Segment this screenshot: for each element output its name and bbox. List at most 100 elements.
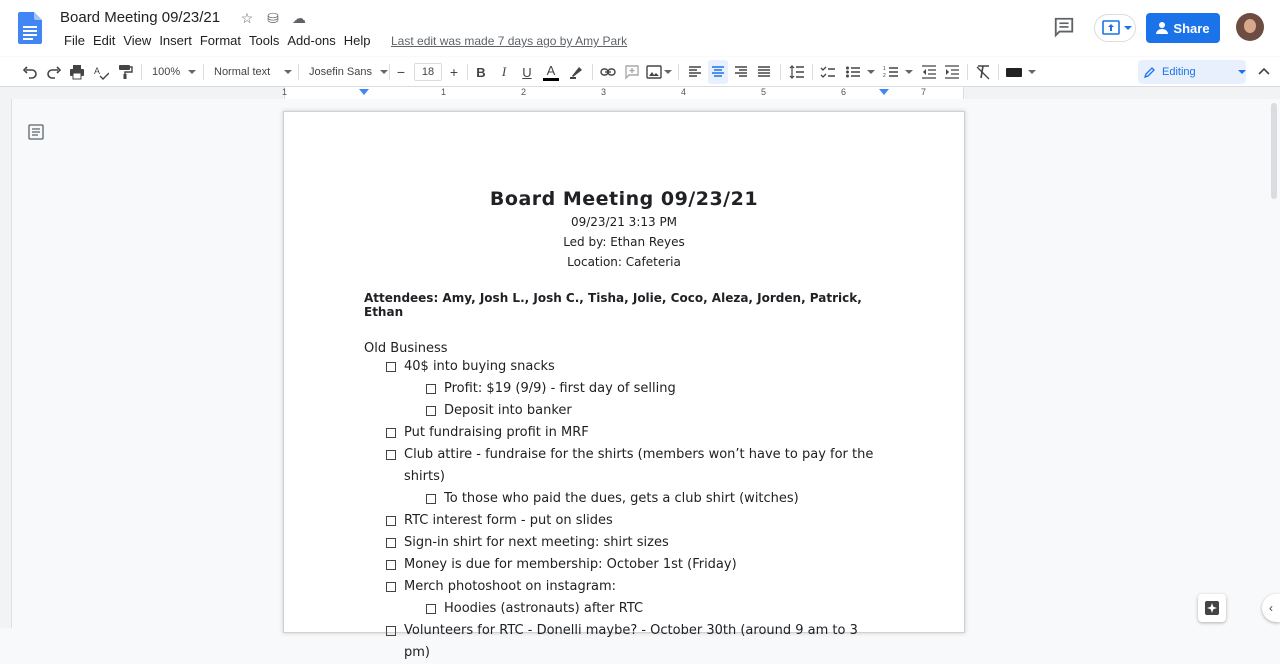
ruler-tick: 1 bbox=[282, 87, 288, 97]
input-tools-icon[interactable] bbox=[1004, 57, 1038, 87]
print-icon[interactable] bbox=[67, 57, 87, 87]
add-comment-icon[interactable] bbox=[622, 57, 642, 87]
present-button[interactable] bbox=[1094, 14, 1136, 42]
align-left-icon[interactable] bbox=[686, 57, 704, 87]
share-button[interactable]: Share bbox=[1146, 13, 1220, 43]
line-spacing-icon[interactable] bbox=[787, 57, 807, 87]
collapse-menus-icon[interactable] bbox=[1256, 57, 1272, 87]
highlight-icon[interactable] bbox=[568, 57, 586, 87]
docs-logo-icon[interactable] bbox=[18, 12, 42, 44]
undo-icon[interactable] bbox=[20, 57, 40, 87]
checklist-item-text: RTC interest form - put on slides bbox=[404, 513, 613, 528]
align-center-icon[interactable] bbox=[708, 60, 728, 84]
editing-mode-select[interactable]: Editing bbox=[1138, 60, 1246, 84]
cloud-saved-icon[interactable]: ☁ bbox=[290, 10, 308, 27]
menu-edit[interactable]: Edit bbox=[89, 33, 119, 48]
checkbox[interactable] bbox=[386, 560, 396, 570]
doc-heading: Board Meeting 09/23/21 bbox=[489, 188, 759, 210]
checklist-icon[interactable] bbox=[818, 57, 838, 87]
comment-history-icon[interactable] bbox=[1053, 16, 1075, 38]
last-edit-link[interactable]: Last edit was made 7 days ago by Amy Par… bbox=[391, 34, 627, 48]
left-indent-marker-icon[interactable] bbox=[359, 89, 369, 95]
style-select[interactable]: Normal text bbox=[214, 57, 293, 87]
side-panel-toggle[interactable]: ‹ bbox=[1262, 594, 1280, 622]
italic-button[interactable]: I bbox=[496, 57, 512, 87]
divider bbox=[678, 64, 679, 80]
menu-insert[interactable]: Insert bbox=[155, 33, 196, 48]
redo-icon[interactable] bbox=[44, 57, 64, 87]
checklist-item-text: Deposit into banker bbox=[444, 403, 572, 418]
meeting-datetime: 09/23/21 3:13 PM bbox=[570, 215, 678, 229]
vertical-scrollbar[interactable] bbox=[1268, 99, 1280, 628]
document-page[interactable]: Board Meeting 09/23/21 09/23/21 3:13 PM … bbox=[284, 112, 964, 660]
underline-button[interactable]: U bbox=[519, 57, 535, 87]
checkbox[interactable] bbox=[426, 384, 436, 394]
checklist-item: 40$ into buying snacks bbox=[364, 356, 884, 378]
checklist-item: Volunteers for RTC - Donelli maybe? - Oc… bbox=[364, 620, 884, 664]
checkbox[interactable] bbox=[426, 406, 436, 416]
document-title[interactable]: Board Meeting 09/23/21 bbox=[60, 9, 220, 26]
checkbox[interactable] bbox=[426, 494, 436, 504]
insert-image-icon[interactable] bbox=[646, 57, 672, 87]
document-body[interactable]: Board Meeting 09/23/21 09/23/21 3:13 PM … bbox=[364, 188, 884, 664]
numbered-list-icon[interactable]: 12 bbox=[881, 57, 915, 87]
checklist-item-text: Merch photoshoot on instagram: bbox=[404, 579, 617, 594]
present-icon bbox=[1102, 20, 1120, 35]
text-color-button[interactable]: A bbox=[541, 57, 561, 87]
checkbox[interactable] bbox=[426, 604, 436, 614]
checkbox[interactable] bbox=[386, 450, 396, 460]
align-right-icon[interactable] bbox=[732, 57, 750, 87]
paint-format-icon[interactable] bbox=[115, 57, 135, 87]
toolbar: A 100% Normal text Josefin Sans − 18 + B… bbox=[0, 57, 1280, 87]
checkbox[interactable] bbox=[386, 362, 396, 372]
menu-file[interactable]: File bbox=[60, 33, 89, 48]
text-color-swatch bbox=[543, 77, 559, 81]
scrollbar-thumb[interactable] bbox=[1271, 103, 1277, 199]
chevron-down-icon bbox=[664, 70, 672, 74]
link-icon[interactable] bbox=[598, 57, 618, 87]
align-justify-icon[interactable] bbox=[755, 57, 773, 87]
menu-bar: File Edit View Insert Format Tools Add-o… bbox=[60, 33, 375, 48]
right-indent-marker-icon[interactable] bbox=[879, 89, 889, 95]
bold-button[interactable]: B bbox=[473, 57, 489, 87]
vertical-ruler[interactable] bbox=[0, 99, 12, 628]
horizontal-ruler[interactable]: 1 1 2 3 4 5 6 7 bbox=[0, 87, 1280, 99]
menu-view[interactable]: View bbox=[119, 33, 155, 48]
increase-font-size-button[interactable]: + bbox=[447, 57, 461, 87]
avatar[interactable] bbox=[1236, 13, 1264, 41]
checklist-item: Deposit into banker bbox=[364, 400, 884, 422]
explore-button[interactable] bbox=[1198, 594, 1226, 622]
checklist-item-text: To those who paid the dues, gets a club … bbox=[444, 491, 799, 506]
checkbox[interactable] bbox=[386, 582, 396, 592]
move-to-folder-icon[interactable]: ⛁ bbox=[264, 10, 282, 27]
clear-formatting-icon[interactable] bbox=[973, 57, 993, 87]
chevron-down-icon bbox=[188, 70, 197, 74]
checkbox[interactable] bbox=[386, 516, 396, 526]
divider bbox=[812, 64, 813, 80]
menu-help[interactable]: Help bbox=[340, 33, 375, 48]
meeting-leader: Led by: Ethan Reyes bbox=[563, 235, 685, 249]
increase-indent-icon[interactable] bbox=[942, 57, 962, 87]
menu-addons[interactable]: Add-ons bbox=[283, 33, 339, 48]
bulleted-list-icon[interactable] bbox=[843, 57, 877, 87]
checkbox[interactable] bbox=[386, 428, 396, 438]
font-value: Josefin Sans bbox=[309, 66, 372, 78]
checklist-item-text: Hoodies (astronauts) after RTC bbox=[444, 601, 644, 616]
spellcheck-icon[interactable]: A bbox=[91, 57, 111, 87]
checklist-item-text: Put fundraising profit in MRF bbox=[404, 425, 589, 440]
checklist-item: Money is due for membership: October 1st… bbox=[364, 554, 884, 576]
zoom-select[interactable]: 100% bbox=[152, 57, 197, 87]
chevron-down-icon bbox=[284, 70, 293, 74]
share-label: Share bbox=[1173, 20, 1210, 36]
decrease-indent-icon[interactable] bbox=[919, 57, 939, 87]
checklist-item-text: Sign-in shirt for next meeting: shirt si… bbox=[404, 535, 669, 550]
menu-tools[interactable]: Tools bbox=[245, 33, 283, 48]
font-select[interactable]: Josefin Sans bbox=[309, 57, 388, 87]
checkbox[interactable] bbox=[386, 538, 396, 548]
font-size-input[interactable]: 18 bbox=[414, 63, 442, 81]
menu-format[interactable]: Format bbox=[196, 33, 245, 48]
divider bbox=[967, 64, 968, 80]
star-icon[interactable]: ☆ bbox=[238, 10, 256, 27]
decrease-font-size-button[interactable]: − bbox=[394, 57, 408, 87]
document-outline-icon[interactable] bbox=[28, 124, 44, 140]
